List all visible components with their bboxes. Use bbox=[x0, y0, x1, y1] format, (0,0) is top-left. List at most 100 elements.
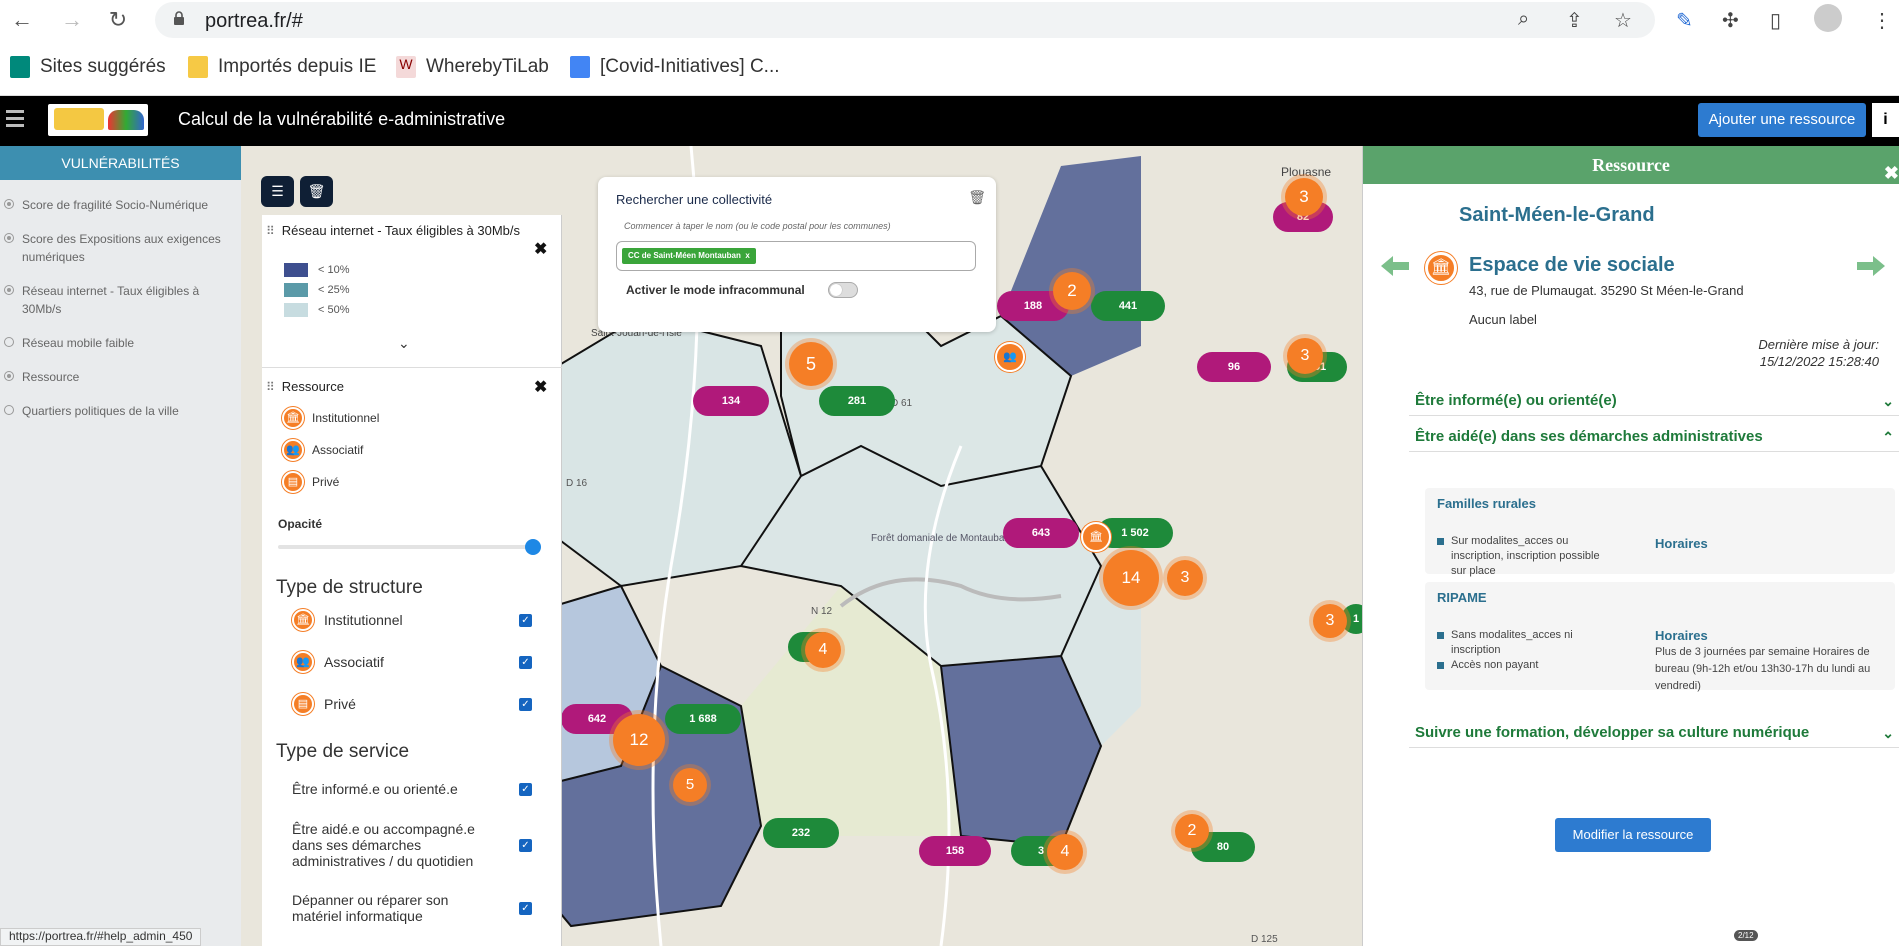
zoom-icon[interactable]: ⌕ bbox=[1518, 8, 1529, 31]
map-cluster[interactable]: 4 bbox=[805, 632, 841, 668]
wherebyt-icon: W bbox=[396, 56, 416, 78]
slider-knob[interactable] bbox=[525, 539, 541, 555]
sidebar-item-reseau-mobile[interactable]: Réseau mobile faible bbox=[0, 326, 241, 360]
map-label: Plouasne bbox=[1281, 165, 1331, 179]
reload-icon[interactable]: ↻ bbox=[104, 6, 132, 34]
map-count-pill[interactable]: 232 bbox=[763, 818, 839, 848]
checkbox[interactable]: ✓ bbox=[519, 655, 532, 669]
opacity-slider[interactable] bbox=[278, 539, 541, 555]
structure-filter-item[interactable]: ▤ Privé ✓ bbox=[292, 693, 532, 715]
modify-resource-button[interactable]: Modifier la ressource bbox=[1555, 818, 1711, 852]
section-aide[interactable]: Être aidé(e) dans ses démarches administ… bbox=[1409, 422, 1899, 452]
bookmark-item[interactable]: W WherebyTiLab bbox=[396, 56, 549, 78]
map-cluster[interactable]: 3 bbox=[1313, 604, 1347, 638]
map-cluster[interactable]: 2 bbox=[1175, 814, 1209, 848]
info-button[interactable]: i bbox=[1872, 103, 1899, 137]
back-icon[interactable]: ← bbox=[8, 6, 36, 34]
map-count-pill[interactable]: 441 bbox=[1091, 291, 1165, 321]
swatch-box bbox=[284, 263, 308, 277]
sidebar-item-quartiers[interactable]: Quartiers politiques de la ville bbox=[0, 394, 241, 428]
resource-type-item: 🏛 Institutionnel bbox=[282, 407, 379, 429]
drag-handle-icon[interactable]: ⠿ bbox=[266, 380, 275, 394]
sidebar-item-ressource[interactable]: Ressource bbox=[0, 360, 241, 394]
share-icon[interactable]: ⇪ bbox=[1566, 8, 1583, 33]
structure-filter-item[interactable]: 🏛 Institutionnel ✓ bbox=[292, 609, 532, 631]
map-cluster[interactable]: 5 bbox=[673, 768, 707, 802]
map-count-pill[interactable]: 96 bbox=[1197, 352, 1271, 382]
bookmarks-bar: Sites suggérés Importés depuis IE W Wher… bbox=[0, 52, 1899, 82]
radio-icon bbox=[4, 199, 14, 209]
map-cluster[interactable]: 3 bbox=[1285, 178, 1323, 216]
address-bar[interactable]: portrea.fr/# bbox=[155, 2, 1655, 38]
infracommunal-toggle[interactable] bbox=[828, 282, 858, 298]
extensions-puzzle-icon[interactable]: ✣ bbox=[1722, 8, 1739, 33]
sidebar-item-fragilite[interactable]: Score de fragilité Socio-Numérique bbox=[0, 188, 241, 222]
sidepanel-icon[interactable]: ▯ bbox=[1770, 8, 1781, 33]
bookmark-item[interactable]: Sites suggérés bbox=[10, 56, 166, 78]
map-cluster[interactable]: 12 bbox=[613, 714, 665, 766]
trash-icon[interactable]: 🗑 bbox=[300, 176, 333, 207]
previous-arrow-icon[interactable] bbox=[1381, 256, 1409, 276]
swatch-box bbox=[284, 283, 308, 297]
map-cluster[interactable]: 4 bbox=[1047, 834, 1083, 870]
bookmark-star-icon[interactable]: ☆ bbox=[1614, 8, 1632, 33]
close-layer-icon[interactable]: ✖ bbox=[534, 239, 547, 259]
associatif-marker-icon[interactable]: 👥 bbox=[995, 342, 1025, 372]
close-resource-icon[interactable]: ✖ bbox=[534, 377, 547, 397]
section-informe[interactable]: Être informé(e) ou orienté(e) ⌄ bbox=[1409, 386, 1899, 416]
profile-avatar[interactable] bbox=[1814, 4, 1842, 32]
map-cluster[interactable]: 3 bbox=[1167, 560, 1203, 596]
hamburger-menu-icon[interactable] bbox=[6, 110, 24, 128]
tag-close-icon[interactable]: x bbox=[745, 251, 749, 260]
next-arrow-icon[interactable] bbox=[1857, 256, 1885, 276]
add-resource-button[interactable]: Ajouter une ressource bbox=[1698, 103, 1866, 137]
map-cluster[interactable]: 14 bbox=[1103, 550, 1159, 606]
service-filter-item[interactable]: Être informé.e ou orienté.e ✓ bbox=[292, 781, 532, 797]
selected-collectivite-tag[interactable]: CC de Saint-Méen Montauban x bbox=[622, 248, 756, 264]
map-count-pill[interactable]: 643 bbox=[1003, 518, 1079, 548]
associatif-icon: 👥 bbox=[292, 651, 314, 673]
map-count-pill[interactable]: 134 bbox=[693, 386, 769, 416]
sidebar-item-reseau-internet[interactable]: Réseau internet - Taux éligibles à 30Mb/… bbox=[0, 274, 241, 326]
map-cluster[interactable]: 3 bbox=[1287, 338, 1323, 374]
map-count-pill[interactable]: 281 bbox=[819, 386, 895, 416]
chevron-up-icon: ⌃ bbox=[1882, 429, 1894, 445]
structure-filter-item[interactable]: 👥 Associatif ✓ bbox=[292, 651, 532, 673]
institutionnel-marker-icon[interactable]: 🏛 bbox=[1081, 522, 1111, 552]
map-count-pill[interactable]: 158 bbox=[919, 836, 991, 866]
close-icon[interactable]: ✖ bbox=[1884, 154, 1899, 192]
extension-pen-icon[interactable]: ✎ bbox=[1676, 8, 1693, 33]
structure-heading: Type de structure bbox=[276, 577, 423, 598]
map-cluster[interactable]: 5 bbox=[789, 342, 833, 386]
layer-header: ⠿ Réseau internet - Taux éligibles à 30Mb… bbox=[266, 223, 521, 238]
drag-handle-icon[interactable]: ⠿ bbox=[266, 224, 275, 238]
trash-icon[interactable]: 🗑 bbox=[968, 189, 986, 206]
chevron-down-icon[interactable]: ⌄ bbox=[398, 335, 410, 352]
checkbox[interactable]: ✓ bbox=[519, 782, 532, 796]
search-title: Rechercher une collectivité bbox=[616, 192, 773, 207]
map-cluster[interactable]: 2 bbox=[1053, 272, 1091, 310]
service-condition: Accès non payant bbox=[1451, 659, 1539, 671]
legend-panel: ⠿ Réseau internet - Taux éligibles à 30Mb… bbox=[262, 215, 562, 946]
checkbox[interactable]: ✓ bbox=[519, 838, 532, 852]
checkbox[interactable]: ✓ bbox=[519, 901, 532, 915]
checkbox[interactable]: ✓ bbox=[519, 613, 532, 627]
map-count-pill[interactable]: 1 688 bbox=[665, 704, 741, 734]
sidebar-item-expositions[interactable]: Score des Expositions aux exigences numé… bbox=[0, 222, 241, 274]
collectivite-search-input[interactable]: CC de Saint-Méen Montauban x bbox=[616, 241, 976, 271]
menu-dots-icon[interactable]: ⋮ bbox=[1872, 8, 1892, 33]
resource-type-item: ▤ Privé bbox=[282, 471, 339, 493]
forward-icon[interactable]: → bbox=[58, 6, 86, 34]
service-heading: Type de service bbox=[276, 741, 410, 762]
list-icon[interactable]: ☰ bbox=[261, 176, 294, 207]
prive-icon: ▤ bbox=[292, 693, 314, 715]
checkbox[interactable]: ✓ bbox=[519, 697, 532, 711]
resource-panel: Ressource ✖ Saint-Méen-le-Grand 🏛 Espace… bbox=[1362, 146, 1899, 946]
service-filter-item[interactable]: Dépanner ou réparer son matériel informa… bbox=[292, 891, 532, 925]
service-provider-name: Familles rurales bbox=[1437, 496, 1536, 511]
horaires-detail: Plus de 3 journées par semaine Horaires … bbox=[1655, 646, 1871, 692]
bookmark-item[interactable]: Importés depuis IE bbox=[188, 56, 376, 78]
bookmark-item[interactable]: [Covid-Initiatives] C... bbox=[570, 56, 780, 78]
service-filter-item[interactable]: Être aidé.e ou accompagné.e dans ses dém… bbox=[292, 821, 532, 869]
section-formation[interactable]: Suivre une formation, développer sa cult… bbox=[1409, 718, 1899, 748]
